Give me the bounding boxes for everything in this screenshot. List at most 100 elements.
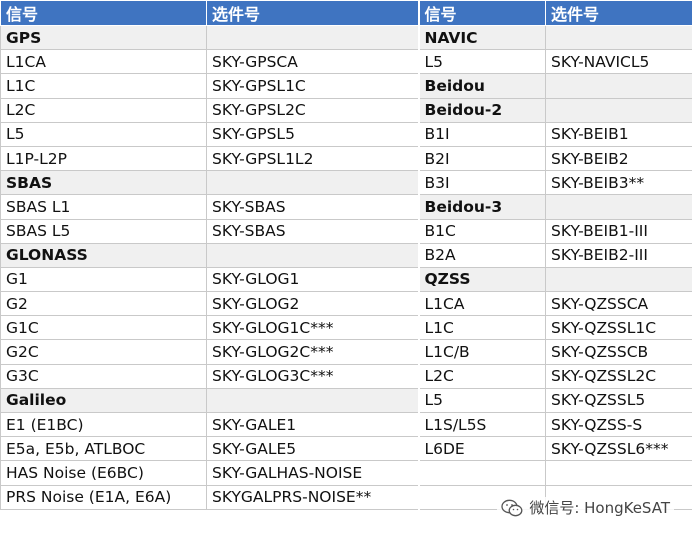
table-row: G3C SKY-GLOG3C*** L2C SKY-QZSSL2C: [0, 363, 692, 389]
signal-cell-left: G3C: [0, 363, 207, 389]
header-option-left: 选件号: [206, 0, 419, 26]
header-signal-left: 信号: [0, 0, 207, 26]
table-row: E1 (E1BC) SKY-GALE1 L1S/L5S SKY-QZSS-S: [0, 411, 692, 438]
wechat-icon: [501, 499, 523, 516]
signal-cell-right: L6DE: [417, 436, 546, 462]
signal-cell-right: L1C: [417, 315, 546, 341]
option-cell-right: SKY-QZSS-S: [545, 411, 692, 438]
signal-cell-right: B2A: [417, 242, 546, 268]
signal-cell-left: L1P-L2P: [0, 145, 207, 172]
signal-cell-right: L5: [417, 387, 546, 414]
option-cell-left: SKY-GLOG1C***: [206, 315, 419, 341]
signal-option-table: 信号 选件号 信号 选件号 GPS NAVIC L1CA SKY-GPSCA L5 SKY…: [0, 0, 692, 510]
table-row: G1C SKY-GLOG1C*** L1C SKY-QZSSL1C: [0, 315, 692, 341]
option-cell-right: SKY-BEIB1-III: [545, 218, 692, 244]
option-cell-left: SKY-SBAS: [206, 194, 419, 220]
option-cell-left: SKYGALPRS-NOISE**: [206, 484, 419, 510]
option-cell-left: SKY-SBAS: [206, 218, 419, 244]
option-cell-right: [545, 460, 692, 486]
option-cell-right: SKY-BEIB3**: [545, 170, 692, 196]
table-body: 信号 选件号 信号 选件号 GPS NAVIC L1CA SKY-GPSCA L5 SKY…: [0, 0, 692, 510]
option-cell-left: SKY-GPSL1L2: [206, 145, 419, 172]
table-header-row: 信号 选件号 信号 选件号: [0, 0, 692, 26]
signal-cell-right: Beidou-2: [417, 97, 546, 123]
table-row: GLONASS B2A SKY-BEIB2-III: [0, 242, 692, 268]
table-row: GPS NAVIC: [0, 24, 692, 51]
table-row: L1CA SKY-GPSCA L5 SKY-NAVICL5: [0, 49, 692, 75]
option-cell-right: SKY-BEIB1: [545, 121, 692, 147]
option-cell-left: SKY-GALHAS-NOISE: [206, 460, 419, 486]
option-cell-left: SKY-GPSL1C: [206, 73, 419, 99]
option-cell-left: [206, 170, 419, 196]
option-cell-right: [545, 97, 692, 123]
signal-cell-left: GLONASS: [0, 242, 207, 268]
signal-cell-left: G2C: [0, 339, 207, 365]
option-cell-left: SKY-GPSL2C: [206, 97, 419, 123]
signal-cell-right: L1C/B: [417, 339, 546, 365]
table-row: L1P-L2P SKY-GPSL1L2 B2I SKY-BEIB2: [0, 145, 692, 172]
header-signal-right: 信号: [417, 0, 546, 26]
signal-cell-left: PRS Noise (E1A, E6A): [0, 484, 207, 510]
option-cell-right: [545, 24, 692, 51]
table-row: L2C SKY-GPSL2C Beidou-2: [0, 97, 692, 123]
table-row: G2 SKY-GLOG2 L1CA SKY-QZSSCA: [0, 291, 692, 317]
signal-cell-left: G1C: [0, 315, 207, 341]
signal-cell-right: B3I: [417, 170, 546, 196]
signal-cell-left: L1CA: [0, 49, 207, 75]
option-cell-right: SKY-BEIB2: [545, 145, 692, 172]
table-row: Galileo L5 SKY-QZSSL5: [0, 387, 692, 414]
watermark: 微信号: HongKeSAT: [497, 497, 674, 518]
signal-cell-left: L5: [0, 121, 207, 147]
signal-cell-right: [417, 460, 546, 486]
option-cell-left: SKY-GALE1: [206, 411, 419, 438]
table-row: SBAS B3I SKY-BEIB3**: [0, 170, 692, 196]
option-cell-right: SKY-BEIB2-III: [545, 242, 692, 268]
signal-cell-left: E5a, E5b, ATLBOC: [0, 436, 207, 462]
option-cell-left: [206, 24, 419, 51]
signal-cell-right: L5: [417, 49, 546, 75]
signal-cell-left: L1C: [0, 73, 207, 99]
header-option-right: 选件号: [545, 0, 692, 26]
signal-cell-left: G1: [0, 266, 207, 293]
option-cell-left: SKY-GLOG2C***: [206, 339, 419, 365]
option-cell-right: SKY-QZSSL2C: [545, 363, 692, 389]
signal-cell-right: Beidou-3: [417, 194, 546, 220]
signal-cell-right: B1C: [417, 218, 546, 244]
option-cell-right: [545, 266, 692, 293]
signal-cell-left: E1 (E1BC): [0, 411, 207, 438]
signal-cell-left: SBAS: [0, 170, 207, 196]
signal-cell-right: QZSS: [417, 266, 546, 293]
option-cell-left: [206, 242, 419, 268]
signal-cell-right: NAVIC: [417, 24, 546, 51]
table-row: E5a, E5b, ATLBOC SKY-GALE5 L6DE SKY-QZSSL6*…: [0, 436, 692, 462]
option-cell-right: [545, 194, 692, 220]
option-cell-left: SKY-GLOG1: [206, 266, 419, 293]
signal-cell-right: L1CA: [417, 291, 546, 317]
table-row: G2C SKY-GLOG2C*** L1C/B SKY-QZSSCB: [0, 339, 692, 365]
table-row: L1C SKY-GPSL1C Beidou: [0, 73, 692, 99]
signal-cell-right: L2C: [417, 363, 546, 389]
option-cell-right: SKY-QZSSL6***: [545, 436, 692, 462]
table-row: G1 SKY-GLOG1 QZSS: [0, 266, 692, 293]
signal-cell-right: B2I: [417, 145, 546, 172]
option-cell-left: [206, 387, 419, 414]
option-cell-right: SKY-NAVICL5: [545, 49, 692, 75]
option-cell-left: SKY-GALE5: [206, 436, 419, 462]
option-cell-right: SKY-QZSSL5: [545, 387, 692, 414]
option-cell-right: SKY-QZSSL1C: [545, 315, 692, 341]
option-cell-left: SKY-GPSCA: [206, 49, 419, 75]
option-cell-right: SKY-QZSSCB: [545, 339, 692, 365]
table-row: SBAS L5 SKY-SBAS B1C SKY-BEIB1-III: [0, 218, 692, 244]
option-cell-right: [545, 73, 692, 99]
option-cell-left: SKY-GLOG2: [206, 291, 419, 317]
watermark-text: 微信号: HongKeSAT: [529, 499, 670, 517]
table-row: HAS Noise (E6BC) SKY-GALHAS-NOISE: [0, 460, 692, 486]
signal-cell-left: G2: [0, 291, 207, 317]
signal-cell-left: HAS Noise (E6BC): [0, 460, 207, 486]
signal-cell-left: Galileo: [0, 387, 207, 414]
signal-cell-left: SBAS L5: [0, 218, 207, 244]
signal-cell-right: B1I: [417, 121, 546, 147]
signal-cell-left: L2C: [0, 97, 207, 123]
signal-cell-left: SBAS L1: [0, 194, 207, 220]
signal-cell-right: Beidou: [417, 73, 546, 99]
